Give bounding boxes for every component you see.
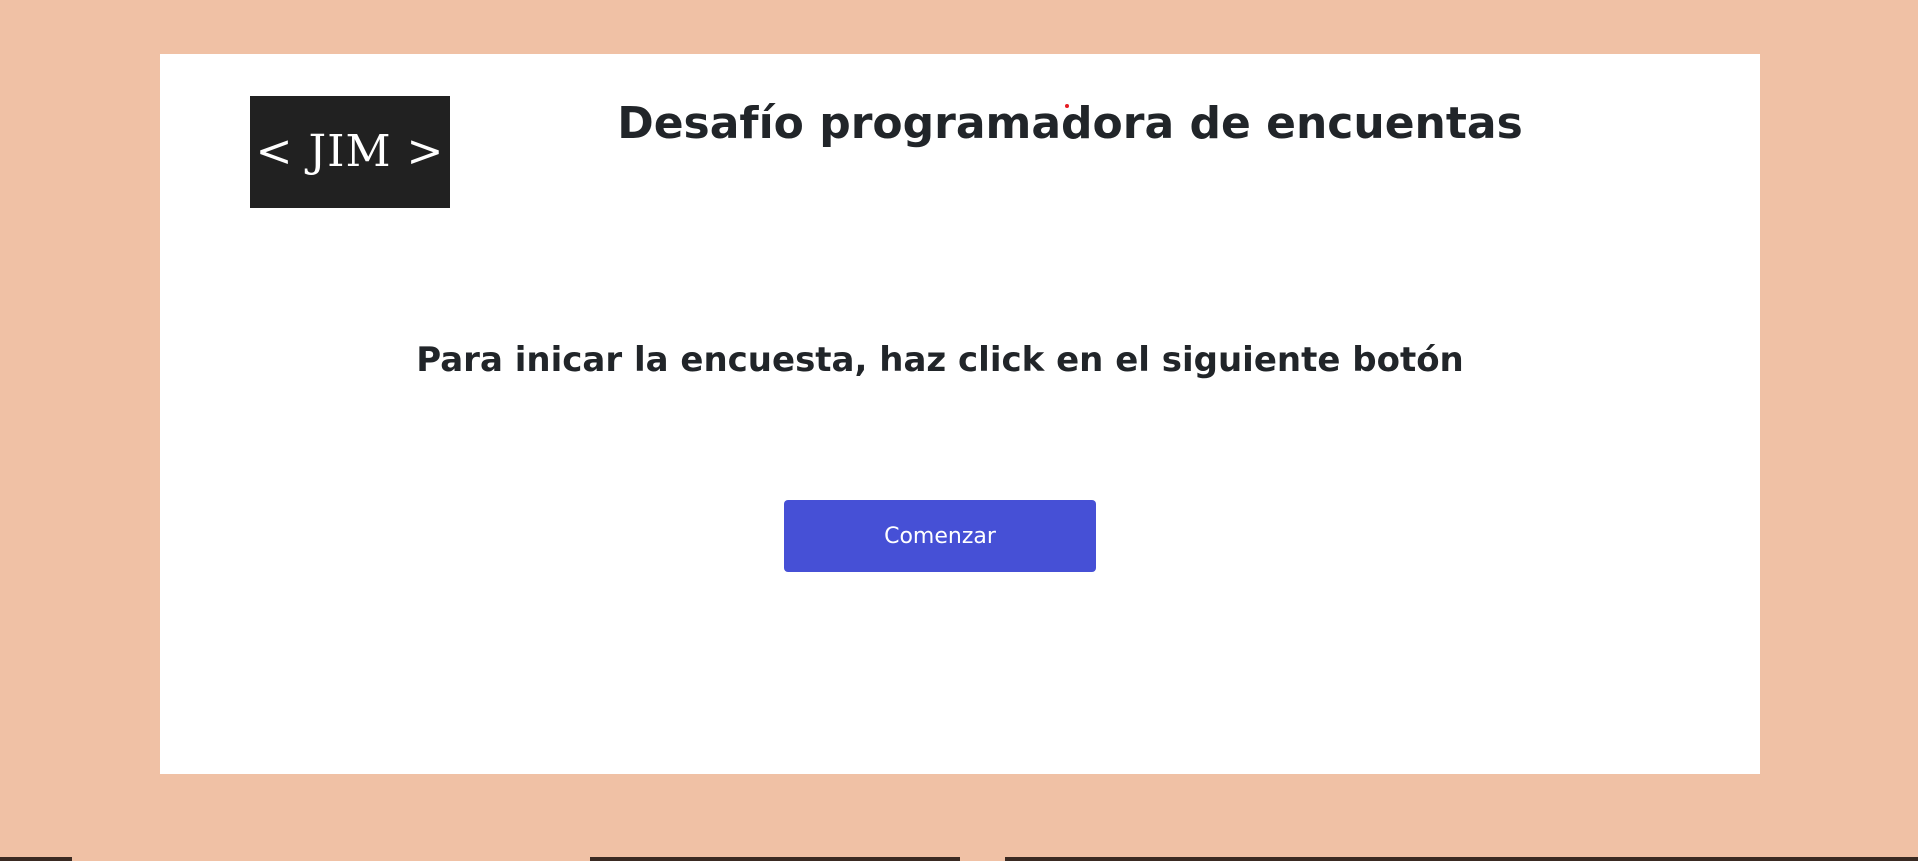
bottom-edge-segment <box>1005 857 1918 861</box>
instruction-text: Para inicar la encuesta, haz click en el… <box>416 340 1464 380</box>
page-title: Desafío programadora de encuentas <box>617 98 1523 149</box>
bottom-edge <box>0 857 1918 861</box>
cursor-dot <box>1065 104 1069 108</box>
start-button[interactable]: Comenzar <box>784 500 1096 572</box>
main-card: < JIM > Desafío programadora de encuenta… <box>160 54 1760 774</box>
bottom-edge-segment <box>590 857 960 861</box>
logo: < JIM > <box>250 96 450 208</box>
bottom-edge-segment <box>0 857 72 861</box>
